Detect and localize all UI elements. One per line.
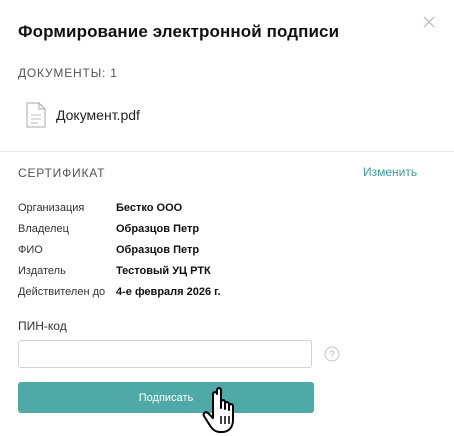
document-item[interactable]: Документ.pdf: [26, 102, 140, 128]
pin-label: ПИН-код: [18, 319, 67, 333]
change-certificate-link[interactable]: Изменить: [363, 165, 417, 179]
info-key: Издатель: [18, 264, 66, 277]
info-value: Бестко ООО: [116, 201, 183, 214]
pin-input[interactable]: [18, 340, 312, 368]
info-key: ФИО: [18, 243, 43, 256]
sign-button[interactable]: Подписать: [18, 382, 314, 413]
info-value: Образцов Петр: [116, 243, 200, 256]
certificate-label: СЕРТИФИКАТ: [18, 166, 106, 180]
question-icon[interactable]: ?: [324, 346, 340, 362]
close-icon[interactable]: [421, 14, 437, 30]
info-key: Организация: [18, 201, 85, 214]
svg-text:?: ?: [329, 350, 335, 361]
documents-label: ДОКУМЕНТЫ: 1: [18, 66, 118, 80]
info-key: Действителен до: [18, 285, 106, 298]
info-row-organization: Организация Бестко ООО: [18, 197, 221, 218]
document-name: Документ.pdf: [56, 107, 140, 123]
file-icon: [26, 102, 46, 128]
info-value: Тестовый УЦ РТК: [116, 264, 211, 277]
section-divider: [0, 151, 454, 152]
info-row-owner: Владелец Образцов Петр: [18, 218, 221, 239]
dialog-title: Формирование электронной подписи: [18, 22, 340, 41]
info-value: Образцов Петр: [116, 222, 200, 235]
sign-dialog: Формирование электронной подписи ДОКУМЕН…: [0, 0, 454, 435]
info-value: 4-е февраля 2026 г.: [116, 285, 221, 298]
certificate-info: Организация Бестко ООО Владелец Образцов…: [18, 197, 221, 302]
info-row-fullname: ФИО Образцов Петр: [18, 239, 221, 260]
info-row-valid-until: Действителен до 4-е февраля 2026 г.: [18, 281, 221, 302]
info-key: Владелец: [18, 222, 69, 235]
info-row-issuer: Издатель Тестовый УЦ РТК: [18, 260, 221, 281]
